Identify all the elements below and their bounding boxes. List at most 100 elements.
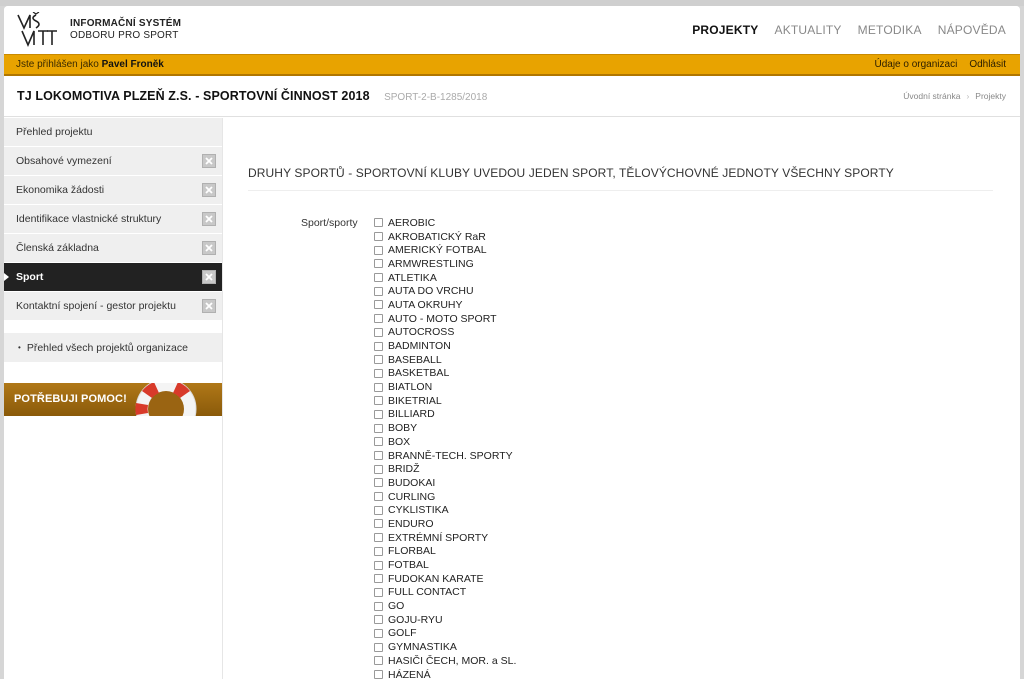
sport-option[interactable]: HASIČI ČECH, MOR. a SL. (374, 654, 516, 668)
sidebar-item-label: Kontaktní spojení - gestor projektu (16, 300, 176, 312)
sport-option[interactable]: BOBY (374, 421, 516, 435)
sidebar-item-clenska-zakladna[interactable]: Členská základna (4, 234, 222, 263)
sport-option[interactable]: BILLIARD (374, 408, 516, 422)
sport-checkbox[interactable] (374, 601, 383, 611)
close-icon[interactable] (202, 212, 216, 226)
sidebar-item-sport[interactable]: Sport (4, 263, 222, 292)
sport-option[interactable]: GOLF (374, 627, 516, 641)
sport-label: FUDOKAN KARATE (388, 572, 484, 585)
sport-option[interactable]: AUTOCROSS (374, 326, 516, 340)
sidebar-item-prehled-projektu[interactable]: Přehled projektu (4, 118, 222, 147)
logout-link[interactable]: Odhlásit (969, 59, 1006, 70)
sport-checkbox[interactable] (374, 451, 383, 461)
sport-checkbox[interactable] (374, 409, 383, 419)
sport-checkbox[interactable] (374, 245, 383, 255)
lifebuoy-icon (135, 383, 197, 416)
sport-option[interactable]: AMERICKÝ FOTBAL (374, 243, 516, 257)
sport-checkbox[interactable] (374, 273, 383, 283)
sport-checkbox[interactable] (374, 587, 383, 597)
logo-text: INFORMAČNÍ SYSTÉM ODBORU PRO SPORT (70, 18, 181, 42)
sport-option[interactable]: AUTA OKRUHY (374, 298, 516, 312)
sport-checkbox[interactable] (374, 423, 383, 433)
sport-option[interactable]: HÁZENÁ (374, 668, 516, 679)
sport-checkbox[interactable] (374, 286, 383, 296)
sport-option[interactable]: BRIDŽ (374, 462, 516, 476)
sport-option[interactable]: AKROBATICKÝ RaR (374, 230, 516, 244)
sport-label: ENDURO (388, 517, 434, 530)
sport-checkbox[interactable] (374, 519, 383, 529)
sidebar-item-kontaktni-spojeni[interactable]: Kontaktní spojení - gestor projektu (4, 292, 222, 321)
sport-checkbox[interactable] (374, 505, 383, 515)
sport-option[interactable]: GYMNASTIKA (374, 640, 516, 654)
close-icon[interactable] (202, 270, 216, 284)
sport-option[interactable]: AUTA DO VRCHU (374, 284, 516, 298)
sport-checkbox[interactable] (374, 478, 383, 488)
organization-link[interactable]: Údaje o organizaci (874, 59, 957, 70)
sport-checkbox[interactable] (374, 259, 383, 269)
sport-checkbox[interactable] (374, 628, 383, 638)
sport-option[interactable]: CURLING (374, 490, 516, 504)
close-icon[interactable] (202, 154, 216, 168)
sport-checkbox[interactable] (374, 396, 383, 406)
sport-checkbox[interactable] (374, 300, 383, 310)
sport-option[interactable]: GO (374, 599, 516, 613)
sport-checkbox[interactable] (374, 492, 383, 502)
sport-option[interactable]: BIKETRIAL (374, 394, 516, 408)
sport-option[interactable]: BASEBALL (374, 353, 516, 367)
sport-option[interactable]: BUDOKAI (374, 476, 516, 490)
help-banner[interactable]: POTŘEBUJI POMOC! (4, 383, 222, 416)
sport-option[interactable]: ARMWRESTLING (374, 257, 516, 271)
breadcrumb-projects[interactable]: Projekty (975, 91, 1006, 101)
sidebar-item-label: Přehled projektu (16, 126, 93, 138)
sidebar-item-obsahove-vymezeni[interactable]: Obsahové vymezení (4, 147, 222, 176)
sport-checkbox[interactable] (374, 314, 383, 324)
sport-option[interactable]: FUDOKAN KARATE (374, 572, 516, 586)
nav-napoveda[interactable]: NÁPOVĚDA (938, 23, 1006, 37)
sport-option[interactable]: AUTO - MOTO SPORT (374, 312, 516, 326)
sport-option[interactable]: AEROBIC (374, 216, 516, 230)
sport-checkbox[interactable] (374, 574, 383, 584)
all-projects-label: Přehled všech projektů organizace (26, 341, 188, 354)
nav-aktuality[interactable]: AKTUALITY (774, 23, 841, 37)
sport-checkbox[interactable] (374, 368, 383, 378)
sport-option[interactable]: EXTRÉMNÍ SPORTY (374, 531, 516, 545)
sport-checkbox[interactable] (374, 642, 383, 652)
sport-checkbox[interactable] (374, 533, 383, 543)
sport-checkbox[interactable] (374, 327, 383, 337)
logo[interactable]: INFORMAČNÍ SYSTÉM ODBORU PRO SPORT (16, 12, 181, 48)
sport-option[interactable]: CYKLISTIKA (374, 503, 516, 517)
sidebar-item-identifikace[interactable]: Identifikace vlastnické struktury (4, 205, 222, 234)
sport-option[interactable]: BADMINTON (374, 339, 516, 353)
sport-option[interactable]: ENDURO (374, 517, 516, 531)
close-icon[interactable] (202, 183, 216, 197)
sport-option[interactable]: FULL CONTACT (374, 586, 516, 600)
user-links: Údaje o organizaci Odhlásit (874, 59, 1006, 70)
sport-option[interactable]: BRANNĚ-TECH. SPORTY (374, 449, 516, 463)
close-icon[interactable] (202, 299, 216, 313)
sport-checkbox[interactable] (374, 355, 383, 365)
sport-checkbox[interactable] (374, 560, 383, 570)
nav-metodika[interactable]: METODIKA (858, 23, 922, 37)
sport-checkbox[interactable] (374, 232, 383, 242)
sport-option[interactable]: ATLETIKA (374, 271, 516, 285)
sport-checkbox[interactable] (374, 341, 383, 351)
sport-checkbox[interactable] (374, 437, 383, 447)
sport-option[interactable]: BASKETBAL (374, 367, 516, 381)
sport-option[interactable]: FOTBAL (374, 558, 516, 572)
sport-checkbox[interactable] (374, 670, 383, 679)
sport-checkbox[interactable] (374, 464, 383, 474)
sport-checkbox[interactable] (374, 615, 383, 625)
nav-projekty[interactable]: PROJEKTY (692, 23, 758, 37)
all-projects-link[interactable]: • Přehled všech projektů organizace (4, 333, 222, 362)
close-icon[interactable] (202, 241, 216, 255)
sidebar-item-ekonomika-zadosti[interactable]: Ekonomika žádosti (4, 176, 222, 205)
sport-option[interactable]: FLORBAL (374, 545, 516, 559)
breadcrumb-home[interactable]: Úvodní stránka (903, 91, 960, 101)
sport-option[interactable]: BOX (374, 435, 516, 449)
sport-option[interactable]: GOJU-RYU (374, 613, 516, 627)
sport-option[interactable]: BIATLON (374, 380, 516, 394)
sport-checkbox[interactable] (374, 218, 383, 228)
sport-checkbox[interactable] (374, 656, 383, 666)
sport-checkbox[interactable] (374, 382, 383, 392)
sport-checkbox[interactable] (374, 546, 383, 556)
